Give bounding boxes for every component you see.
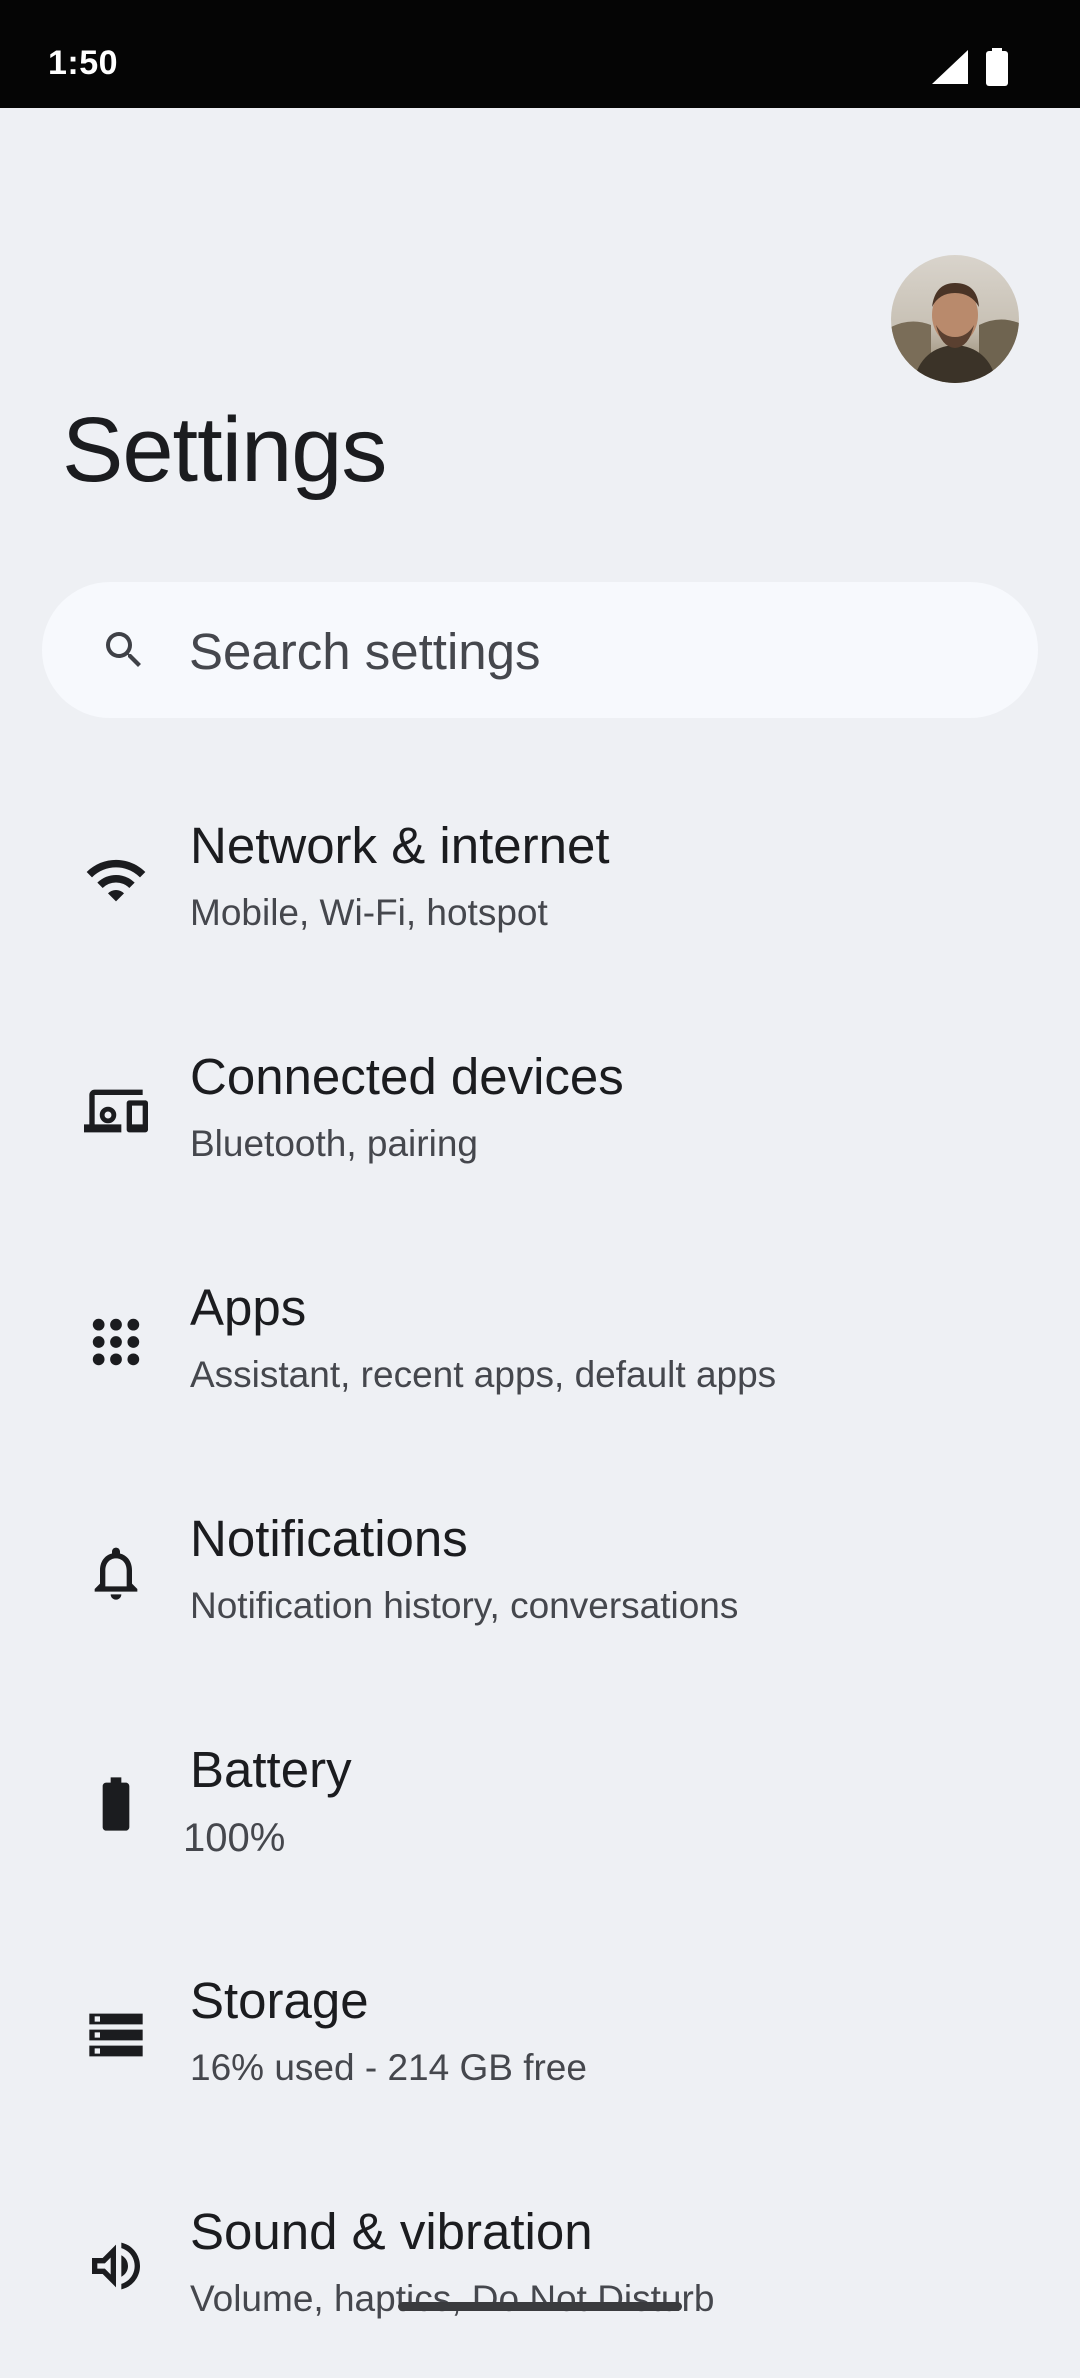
settings-item-subtitle: Bluetooth, pairing [190, 1123, 478, 1164]
settings-item-apps[interactable]: Apps Assistant, recent apps, default app… [0, 1254, 1080, 1454]
settings-item-sound[interactable]: Sound & vibration Volume, haptics, Do No… [0, 2178, 1080, 2378]
settings-item-title: Notifications [190, 1510, 468, 1567]
settings-item-subtitle: Mobile, Wi-Fi, hotspot [190, 892, 548, 933]
wifi-icon [86, 859, 146, 902]
settings-item-subtitle: 16% used - 214 GB free [190, 2047, 587, 2088]
settings-item-title: Battery [190, 1741, 352, 1798]
battery-status-icon [986, 48, 1008, 86]
settings-item-subtitle: 100% [183, 1816, 286, 1860]
settings-item-storage[interactable]: Storage 16% used - 214 GB free [0, 1947, 1080, 2147]
signal-icon [932, 50, 968, 84]
settings-item-notifications[interactable]: Notifications Notification history, conv… [0, 1485, 1080, 1685]
avatar[interactable] [891, 255, 1019, 383]
search-icon [106, 632, 141, 667]
settings-item-title: Storage [190, 1972, 369, 2029]
connected-devices-icon [84, 1089, 148, 1133]
settings-item-connected-devices[interactable]: Connected devices Bluetooth, pairing [0, 1023, 1080, 1223]
settings-item-title: Sound & vibration [190, 2203, 593, 2260]
settings-item-title: Connected devices [190, 1048, 624, 1105]
search-bar[interactable]: Search settings [42, 582, 1038, 718]
settings-item-subtitle: Volume, haptics, Do Not Disturb [190, 2278, 715, 2319]
apps-grid-icon [92, 1318, 140, 1366]
volume-icon [92, 2242, 140, 2290]
bell-icon [94, 1547, 138, 1600]
search-placeholder: Search settings [189, 623, 541, 680]
settings-item-network[interactable]: Network & internet Mobile, Wi-Fi, hotspo… [0, 792, 1080, 992]
settings-item-subtitle: Notification history, conversations [190, 1585, 739, 1626]
battery-icon [102, 1777, 130, 1831]
home-indicator[interactable] [398, 2302, 682, 2311]
settings-item-title: Network & internet [190, 817, 610, 874]
storage-icon [89, 2013, 143, 2057]
settings-item-title: Apps [190, 1279, 307, 1336]
page-title: Settings [62, 399, 387, 501]
status-bar: 1:50 [0, 0, 1080, 108]
settings-item-subtitle: Assistant, recent apps, default apps [190, 1354, 777, 1395]
status-time: 1:50 [48, 44, 119, 82]
settings-item-battery[interactable]: Battery 100% [0, 1716, 1080, 1916]
